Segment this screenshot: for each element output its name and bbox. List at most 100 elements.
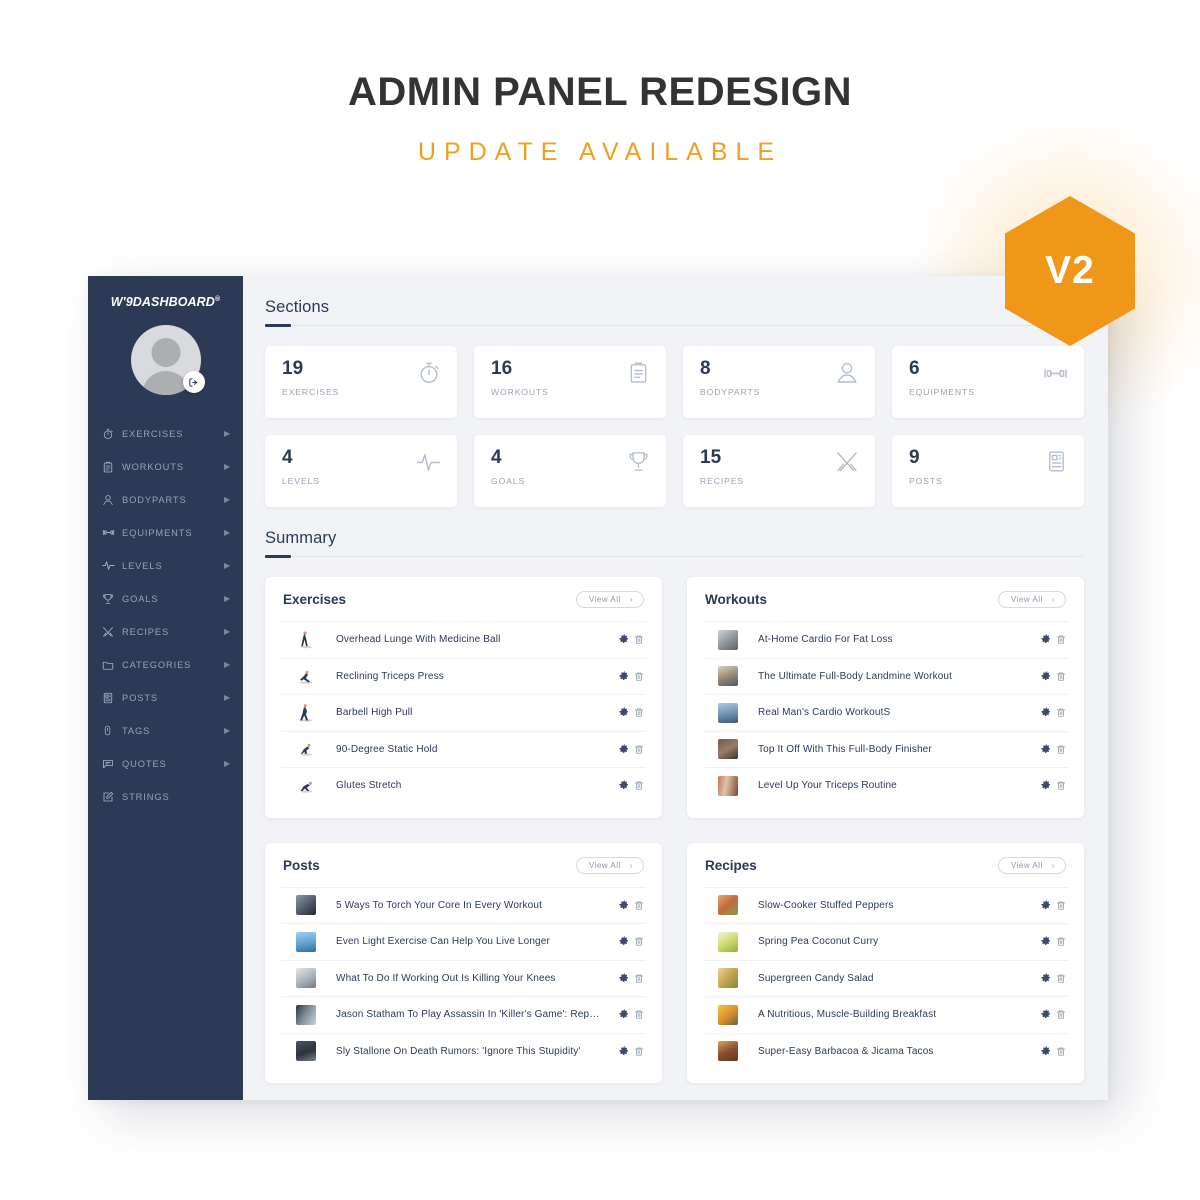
trash-icon[interactable] (634, 1046, 644, 1057)
sidebar-item-label: GOALS (122, 593, 159, 604)
trash-icon[interactable] (634, 936, 644, 947)
sidebar-item-tags[interactable]: TAGS ▶ (88, 714, 243, 747)
view-all-button-recipes[interactable]: View All › (997, 856, 1066, 874)
sidebar-item-label: LEVELS (122, 560, 163, 571)
gear-icon[interactable] (1041, 634, 1052, 645)
gear-icon[interactable] (619, 780, 630, 791)
list-item[interactable]: Supergreen Candy Salad (703, 959, 1068, 997)
sidebar-item-categories[interactable]: CATEGORIES ▶ (88, 648, 243, 681)
trash-icon[interactable] (634, 973, 644, 984)
sidebar-item-exercises[interactable]: EXERCISES ▶ (88, 417, 243, 450)
chevron-right-icon: ▶ (223, 462, 231, 471)
gear-icon[interactable] (1041, 936, 1052, 947)
list-item[interactable]: Reclining Triceps Press (281, 657, 646, 695)
stat-card-equipments[interactable]: 6 EQUIPMENTS (892, 346, 1084, 418)
list-item[interactable]: The Ultimate Full-Body Landmine Workout (703, 657, 1068, 695)
list-item[interactable]: Glutes Stretch (281, 767, 646, 804)
gear-icon[interactable] (1041, 1009, 1052, 1020)
gear-icon[interactable] (1041, 973, 1052, 984)
chevron-right-icon: ▶ (223, 759, 231, 768)
gear-icon[interactable] (1041, 1046, 1052, 1057)
list-item[interactable]: 5 Ways To Torch Your Core In Every Worko… (281, 886, 646, 924)
trash-icon[interactable] (1056, 707, 1066, 718)
sidebar-item-posts[interactable]: POSTS ▶ (88, 681, 243, 714)
list-item[interactable]: Sly Stallone On Death Rumors: 'Ignore Th… (281, 1032, 646, 1070)
sidebar-item-strings[interactable]: STRINGS (88, 780, 243, 813)
trash-icon[interactable] (634, 634, 644, 645)
trash-icon[interactable] (634, 780, 644, 791)
chevron-right-icon: › (629, 595, 633, 604)
trash-icon[interactable] (634, 671, 644, 682)
list-item[interactable]: Top It Off With This Full-Body Finisher (703, 730, 1068, 768)
sidebar-item-bodyparts[interactable]: BODYPARTS ▶ (88, 483, 243, 516)
gear-icon[interactable] (619, 900, 630, 911)
list-item[interactable]: Level Up Your Triceps Routine (703, 767, 1068, 804)
trash-icon[interactable] (1056, 1009, 1066, 1020)
stat-card-bodyparts[interactable]: 8 BODYPARTS (683, 346, 875, 418)
stat-card-levels[interactable]: 4 LEVELS (265, 435, 457, 507)
list-item[interactable]: 90-Degree Static Hold (281, 730, 646, 768)
list-item[interactable]: Overhead Lunge With Medicine Ball (281, 621, 646, 658)
item-title: Spring Pea Coconut Curry (758, 936, 879, 948)
gear-icon[interactable] (619, 671, 630, 682)
item-title: Even Light Exercise Can Help You Live Lo… (336, 936, 550, 948)
list-item[interactable]: Super-Easy Barbacoa & Jicama Tacos (703, 1032, 1068, 1070)
list-item[interactable]: Jason Statham To Play Assassin In 'Kille… (281, 996, 646, 1033)
sidebar-item-workouts[interactable]: WORKOUTS ▶ (88, 450, 243, 483)
gear-icon[interactable] (619, 707, 630, 718)
trash-icon[interactable] (634, 1009, 644, 1020)
sidebar-item-equipments[interactable]: EQUIPMENTS ▶ (88, 516, 243, 549)
trash-icon[interactable] (1056, 936, 1066, 947)
list-item[interactable]: Slow-Cooker Stuffed Peppers (703, 886, 1068, 924)
sidebar-item-levels[interactable]: LEVELS ▶ (88, 549, 243, 582)
stat-card-exercises[interactable]: 19 EXERCISES (265, 346, 457, 418)
stat-card-recipes[interactable]: 15 RECIPES (683, 435, 875, 507)
list-item[interactable]: Spring Pea Coconut Curry (703, 923, 1068, 960)
trash-icon[interactable] (1056, 780, 1066, 791)
stat-label: EQUIPMENTS (909, 387, 975, 397)
trash-icon[interactable] (634, 707, 644, 718)
trash-icon[interactable] (1056, 973, 1066, 984)
stat-card-workouts[interactable]: 16 WORKOUTS (474, 346, 666, 418)
list-item[interactable]: What To Do If Working Out Is Killing You… (281, 959, 646, 997)
gear-icon[interactable] (619, 973, 630, 984)
trash-icon[interactable] (1056, 671, 1066, 682)
stat-value: 8 (700, 358, 711, 379)
gear-icon[interactable] (1041, 744, 1052, 755)
recipe-thumbnail (718, 968, 738, 989)
gear-icon[interactable] (1041, 671, 1052, 682)
trophy-icon (102, 593, 122, 605)
view-all-button-posts[interactable]: View All › (575, 856, 644, 874)
gear-icon[interactable] (619, 744, 630, 755)
view-all-button-workouts[interactable]: View All › (997, 591, 1066, 608)
gear-icon[interactable] (619, 634, 630, 645)
row-actions (1041, 1009, 1066, 1020)
list-item[interactable]: Even Light Exercise Can Help You Live Lo… (281, 923, 646, 960)
list-item[interactable]: Barbell High Pull (281, 694, 646, 731)
trash-icon[interactable] (1056, 634, 1066, 645)
trash-icon[interactable] (1056, 1046, 1066, 1057)
view-all-button-exercises[interactable]: View All › (575, 591, 644, 608)
list-item[interactable]: Real Man's Cardio WorkoutS (703, 694, 1068, 731)
gear-icon[interactable] (1041, 780, 1052, 791)
stat-card-posts[interactable]: 9 POSTS (892, 435, 1084, 507)
trash-icon[interactable] (634, 744, 644, 755)
trash-icon[interactable] (634, 900, 644, 911)
list-item[interactable]: At-Home Cardio For Fat Loss (703, 621, 1068, 658)
chevron-right-icon: ▶ (223, 627, 231, 636)
list-item[interactable]: A Nutritious, Muscle-Building Breakfast (703, 996, 1068, 1033)
stat-value: 19 (282, 358, 304, 379)
trash-icon[interactable] (1056, 900, 1066, 911)
trash-icon[interactable] (1056, 744, 1066, 755)
sidebar-item-quotes[interactable]: QUOTES ▶ (88, 747, 243, 780)
avatar[interactable] (130, 325, 205, 395)
sidebar-item-goals[interactable]: GOALS ▶ (88, 582, 243, 615)
logout-button[interactable] (182, 371, 205, 393)
gear-icon[interactable] (619, 1046, 630, 1057)
sidebar-item-recipes[interactable]: RECIPES ▶ (88, 615, 243, 648)
gear-icon[interactable] (1041, 900, 1052, 911)
gear-icon[interactable] (619, 936, 630, 947)
gear-icon[interactable] (1041, 707, 1052, 718)
stat-card-goals[interactable]: 4 GOALS (474, 435, 666, 507)
gear-icon[interactable] (619, 1009, 630, 1020)
